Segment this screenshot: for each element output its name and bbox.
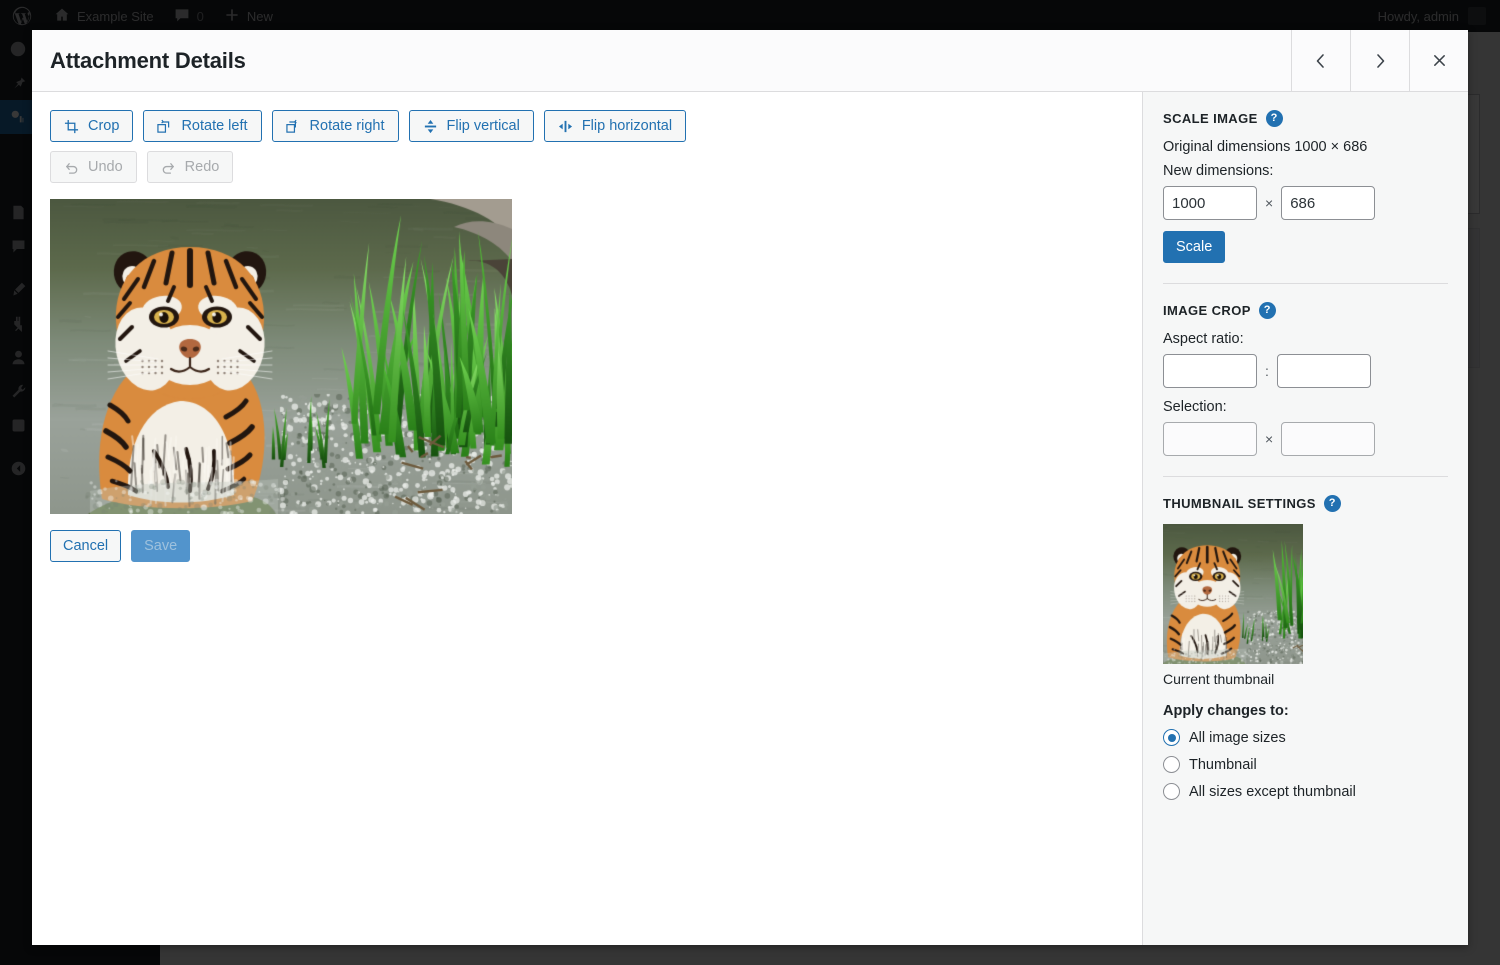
image-editor-pane: Crop Rotate left Rotate right Flip verti… — [32, 92, 1142, 945]
radio-thumbnail-label: Thumbnail — [1189, 757, 1257, 773]
radio-all-except-thumbnail-control[interactable] — [1163, 783, 1180, 800]
thumbnail-settings-title: THUMBNAIL SETTINGS — [1163, 496, 1316, 511]
dimension-separator: × — [1265, 195, 1273, 211]
crop-icon — [64, 119, 79, 134]
new-dimensions-fields: × — [1163, 186, 1448, 220]
crop-button-label: Crop — [88, 119, 119, 134]
flip-vertical-button[interactable]: Flip vertical — [409, 110, 534, 142]
rotate-left-icon — [157, 119, 172, 134]
previous-attachment-button[interactable] — [1291, 30, 1350, 91]
panel-divider — [1163, 283, 1448, 284]
save-button[interactable]: Save — [131, 530, 190, 562]
aspect-ratio-separator: : — [1265, 363, 1269, 379]
aspect-ratio-height-input[interactable] — [1277, 354, 1371, 388]
aspect-ratio-label: Aspect ratio: — [1163, 331, 1448, 347]
undo-button[interactable]: Undo — [50, 151, 137, 183]
scale-height-input[interactable] — [1281, 186, 1375, 220]
selection-fields: × — [1163, 422, 1448, 456]
close-modal-button[interactable] — [1409, 30, 1468, 91]
selection-height-input[interactable] — [1281, 422, 1375, 456]
flip-horizontal-icon — [558, 119, 573, 134]
image-editor-settings-pane: SCALE IMAGE ? Original dimensions 1000 ×… — [1142, 92, 1468, 945]
crop-button[interactable]: Crop — [50, 110, 133, 142]
apply-changes-label: Apply changes to: — [1163, 703, 1448, 719]
attachment-image[interactable] — [50, 199, 512, 514]
aspect-ratio-width-input[interactable] — [1163, 354, 1257, 388]
new-dimensions-label: New dimensions: — [1163, 163, 1448, 179]
rotate-left-button[interactable]: Rotate left — [143, 110, 261, 142]
panel-divider — [1163, 476, 1448, 477]
radio-thumbnail-control[interactable] — [1163, 756, 1180, 773]
thumbnail-settings-heading: THUMBNAIL SETTINGS ? — [1163, 495, 1448, 512]
radio-all-except-thumbnail-label: All sizes except thumbnail — [1189, 784, 1356, 800]
modal-body: Crop Rotate left Rotate right Flip verti… — [32, 92, 1468, 945]
aspect-ratio-fields: : — [1163, 354, 1448, 388]
scale-image-title: SCALE IMAGE — [1163, 111, 1258, 126]
image-editor-toolbar-primary: Crop Rotate left Rotate right Flip verti… — [50, 110, 1124, 142]
scale-button[interactable]: Scale — [1163, 231, 1225, 263]
scale-image-help-icon[interactable]: ? — [1266, 110, 1283, 127]
current-thumbnail-caption: Current thumbnail — [1163, 671, 1448, 687]
undo-icon — [64, 160, 79, 175]
current-thumbnail-image — [1163, 524, 1303, 664]
rotate-left-button-label: Rotate left — [181, 119, 247, 134]
selection-label: Selection: — [1163, 399, 1448, 415]
flip-horizontal-button[interactable]: Flip horizontal — [544, 110, 686, 142]
cancel-button[interactable]: Cancel — [50, 530, 121, 562]
image-crop-help-icon[interactable]: ? — [1259, 302, 1276, 319]
scale-width-input[interactable] — [1163, 186, 1257, 220]
flip-horizontal-button-label: Flip horizontal — [582, 119, 672, 134]
selection-width-input[interactable] — [1163, 422, 1257, 456]
thumbnail-settings-help-icon[interactable]: ? — [1324, 495, 1341, 512]
undo-button-label: Undo — [88, 160, 123, 175]
image-editor-canvas-wrap[interactable] — [50, 199, 512, 514]
flip-vertical-icon — [423, 119, 438, 134]
wp-admin-screen: Example Site 0 New Howdy, admin — [0, 0, 1500, 965]
selection-separator: × — [1265, 431, 1273, 447]
redo-icon — [161, 160, 176, 175]
image-crop-title: IMAGE CROP — [1163, 303, 1251, 318]
redo-button[interactable]: Redo — [147, 151, 234, 183]
rotate-right-icon — [286, 119, 301, 134]
radio-thumbnail[interactable]: Thumbnail — [1163, 756, 1448, 773]
flip-vertical-button-label: Flip vertical — [447, 119, 520, 134]
redo-button-label: Redo — [185, 160, 220, 175]
next-attachment-button[interactable] — [1350, 30, 1409, 91]
modal-header: Attachment Details — [32, 30, 1468, 92]
page-title: Attachment Details — [32, 30, 1291, 91]
image-editor-toolbar-history: Undo Redo — [50, 151, 1124, 183]
rotate-right-button[interactable]: Rotate right — [272, 110, 399, 142]
radio-all-image-sizes[interactable]: All image sizes — [1163, 729, 1448, 746]
image-editor-actions: Cancel Save — [50, 530, 1124, 562]
rotate-right-button-label: Rotate right — [310, 119, 385, 134]
scale-image-heading: SCALE IMAGE ? — [1163, 110, 1448, 127]
original-dimensions-text: Original dimensions 1000 × 686 — [1163, 139, 1448, 155]
attachment-details-modal: Attachment Details Crop Rotate left Rota… — [32, 30, 1468, 945]
radio-all-except-thumbnail[interactable]: All sizes except thumbnail — [1163, 783, 1448, 800]
radio-all-image-sizes-control[interactable] — [1163, 729, 1180, 746]
radio-all-image-sizes-label: All image sizes — [1189, 730, 1286, 746]
image-crop-heading: IMAGE CROP ? — [1163, 302, 1448, 319]
